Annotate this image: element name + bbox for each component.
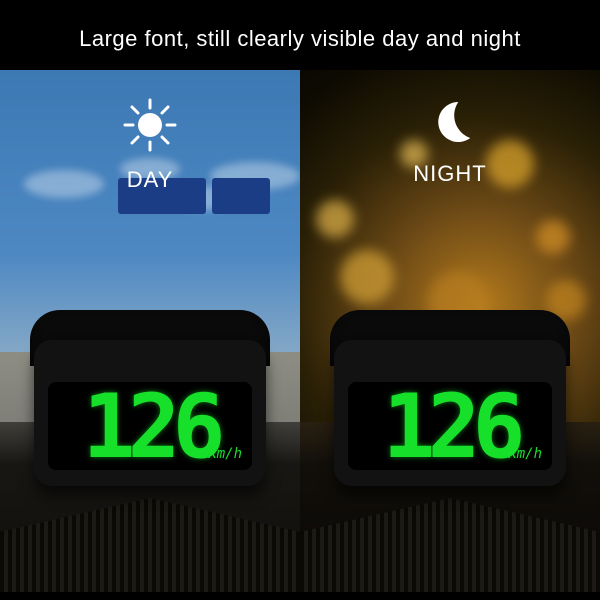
cloud-icon: [24, 170, 104, 198]
hud-body: 126 Km/h: [334, 340, 566, 486]
hud-screen: 126 Km/h: [348, 382, 552, 470]
bokeh-light: [316, 200, 354, 238]
product-comparison-frame: Large font, still clearly visible day an…: [0, 0, 600, 600]
bokeh-light: [340, 250, 394, 304]
bokeh-light: [486, 140, 534, 188]
panel-night: NIGHT 126 Km/h: [300, 70, 600, 592]
moon-icon: [426, 98, 474, 146]
day-badge: DAY: [123, 98, 177, 193]
bokeh-light: [536, 220, 570, 254]
speed-unit: Km/h: [508, 446, 542, 462]
speed-value: 126: [383, 375, 518, 478]
sun-icon: [123, 98, 177, 152]
hud-body: 126 Km/h: [34, 340, 266, 486]
panel-day: DAY 126 Km/h: [0, 70, 300, 592]
air-vents: [0, 498, 300, 592]
day-label: DAY: [123, 167, 177, 193]
night-badge: NIGHT: [413, 98, 486, 187]
highway-sign: [212, 178, 270, 214]
speed-unit: Km/h: [208, 446, 242, 462]
speed-value: 126: [83, 375, 218, 478]
headline: Large font, still clearly visible day an…: [0, 0, 600, 70]
hud-device: 126 Km/h: [330, 310, 570, 486]
air-vents: [300, 498, 600, 592]
night-label: NIGHT: [413, 161, 486, 187]
split-view: DAY 126 Km/h: [0, 70, 600, 592]
hud-screen: 126 Km/h: [48, 382, 252, 470]
hud-device: 126 Km/h: [30, 310, 270, 486]
